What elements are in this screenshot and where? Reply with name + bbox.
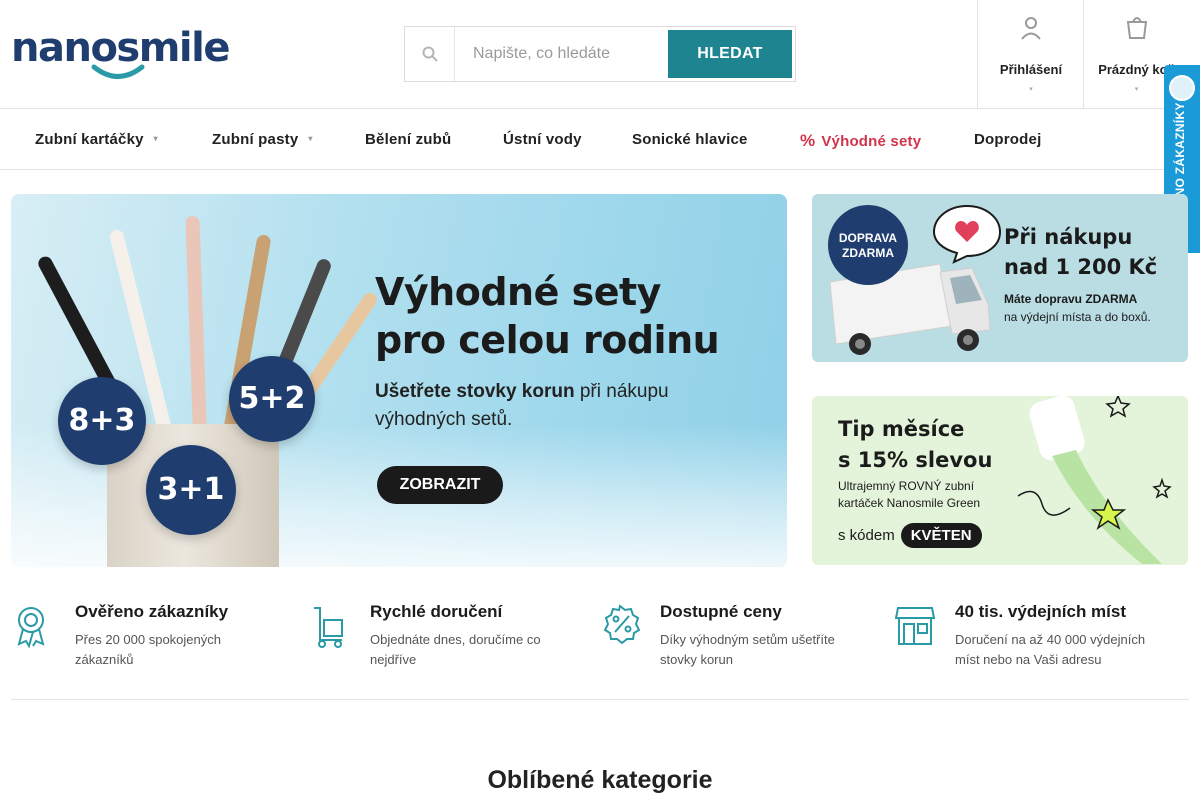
search-input[interactable] (455, 27, 667, 81)
badge-line: ZDARMA (842, 246, 894, 260)
free-delivery-badge: DOPRAVA ZDARMA (828, 205, 908, 285)
nav-item-zubni-pasty[interactable]: Zubní pasty ▾ (212, 131, 313, 148)
delivery-text-bold: Máte dopravu ZDARMA (1004, 292, 1138, 306)
promo-free-delivery[interactable]: DOPRAVA ZDARMA Při nákupu nad 1 200 Kč M… (812, 194, 1188, 362)
store-icon (895, 607, 936, 645)
set-badge-8-3: 8+3 (58, 377, 146, 465)
hero-banner[interactable]: 8+3 5+2 3+1 Výhodné sety pro celou rodin… (11, 194, 787, 567)
nav-item-sonicke-hlavice[interactable]: Sonické hlavice (632, 131, 748, 148)
chevron-down-icon: ▾ (1029, 86, 1033, 93)
delivery-title-line: Při nákupu (1004, 225, 1133, 249)
tip-title-line: s 15% slevou (838, 448, 993, 472)
section-title-favorite-categories: Oblíbené kategorie (487, 766, 713, 794)
search-button[interactable]: HLEDAT (668, 30, 792, 78)
main-nav: Zubní kartáčky ▾ Zubní pasty ▾ Bělení zubů… (0, 109, 1200, 170)
search-icon[interactable] (405, 27, 455, 81)
nav-item-vyhodne-sety[interactable]: % Výhodné sety (800, 131, 921, 151)
user-icon (978, 16, 1084, 40)
hero-title: Výhodné sety pro celou rodinu (375, 268, 775, 364)
benefits-strip: Ověřeno zákazníky Přes 20 000 spokojenýc… (0, 590, 1200, 700)
chevron-down-icon: ▾ (308, 134, 313, 143)
logo-wordmark: nanosmile (11, 25, 230, 71)
heureka-seal-icon (1169, 75, 1195, 101)
hero-title-line: pro celou rodinu (375, 318, 720, 362)
badge-line: DOPRAVA (838, 231, 898, 245)
promo-tip-of-month[interactable]: Tip měsíce s 15% slevou Ultrajemný ROVNÝ… (812, 396, 1188, 565)
benefit-title: Rychlé doručení (370, 602, 503, 621)
green-toothbrush-image (1017, 396, 1172, 564)
delivery-title-line: nad 1 200 Kč (1004, 255, 1158, 279)
hero-subtitle: Ušetřete stovky korun při nákupu výhodný… (375, 378, 735, 434)
tip-text: Ultrajemný ROVNÝ zubní kartáček Nanosmil… (838, 479, 981, 510)
delivery-cart-icon (314, 607, 343, 648)
search-bar: HLEDAT (404, 26, 796, 82)
toothbrush-image (185, 215, 207, 435)
site-logo[interactable]: nanosmile (11, 25, 230, 84)
tip-title: Tip měsíce s 15% slevou (838, 414, 992, 476)
nav-item-doprodej[interactable]: Doprodej (974, 131, 1041, 148)
set-badge-5-2: 5+2 (229, 356, 315, 442)
nav-item-zubni-kartacky[interactable]: Zubní kartáčky ▾ (35, 131, 158, 148)
login-label: Přihlášení (999, 62, 1063, 77)
tip-title-line: Tip měsíce (838, 417, 965, 441)
benefit-title: Dostupné ceny (660, 602, 782, 621)
section-divider (11, 699, 1189, 700)
benefit-text: Přes 20 000 spokojených zákazníků (75, 632, 221, 667)
benefit-title: 40 tis. výdejních míst (955, 602, 1127, 621)
delivery-text-rest: na výdejní místa a do boxů. (1004, 310, 1151, 324)
set-badge-3-1: 3+1 (146, 445, 236, 535)
cart-icon (1084, 16, 1189, 40)
delivery-title: Při nákupu nad 1 200 Kč (1004, 222, 1157, 282)
benefit-text: Objednáte dnes, doručíme co nejdříve (370, 632, 541, 667)
award-ribbon-icon (17, 607, 45, 648)
nav-item-label: Zubní kartáčky (35, 131, 144, 148)
hero-show-button[interactable]: ZOBRAZIT (377, 466, 503, 504)
delivery-text: Máte dopravu ZDARMA na výdejní místa a d… (1004, 290, 1151, 326)
nav-item-ustni-vody[interactable]: Ústní vody (503, 131, 582, 148)
percent-icon: % (800, 131, 816, 150)
site-header: nanosmile HLEDAT Přihlášení ▾ Prázdný ko… (0, 0, 1200, 109)
nav-item-beleni-zubu[interactable]: Bělení zubů (365, 131, 451, 148)
code-prefix: s kódem (838, 527, 895, 544)
chevron-down-icon: ▾ (153, 134, 158, 143)
nav-item-label: Zubní pasty (212, 131, 299, 148)
benefit-title: Ověřeno zákazníky (75, 602, 229, 621)
percent-badge-icon (603, 604, 641, 645)
login-link[interactable]: Přihlášení ▾ (977, 0, 1084, 108)
heart-bubble-icon (932, 204, 1002, 264)
tip-discount-code: s kódem KVĚTEN (838, 523, 982, 548)
code-pill: KVĚTEN (900, 523, 982, 548)
benefit-text: Doručení na až 40 000 výdejních míst neb… (955, 632, 1146, 667)
hero-title-line: Výhodné sety (375, 270, 661, 314)
benefit-text: Díky výhodným setům ušetříte stovky koru… (660, 632, 835, 667)
hero-subtitle-bold: Ušetřete stovky korun (375, 381, 575, 402)
nav-item-label: Výhodné sety (821, 133, 922, 150)
logo-smile-icon (91, 64, 145, 79)
